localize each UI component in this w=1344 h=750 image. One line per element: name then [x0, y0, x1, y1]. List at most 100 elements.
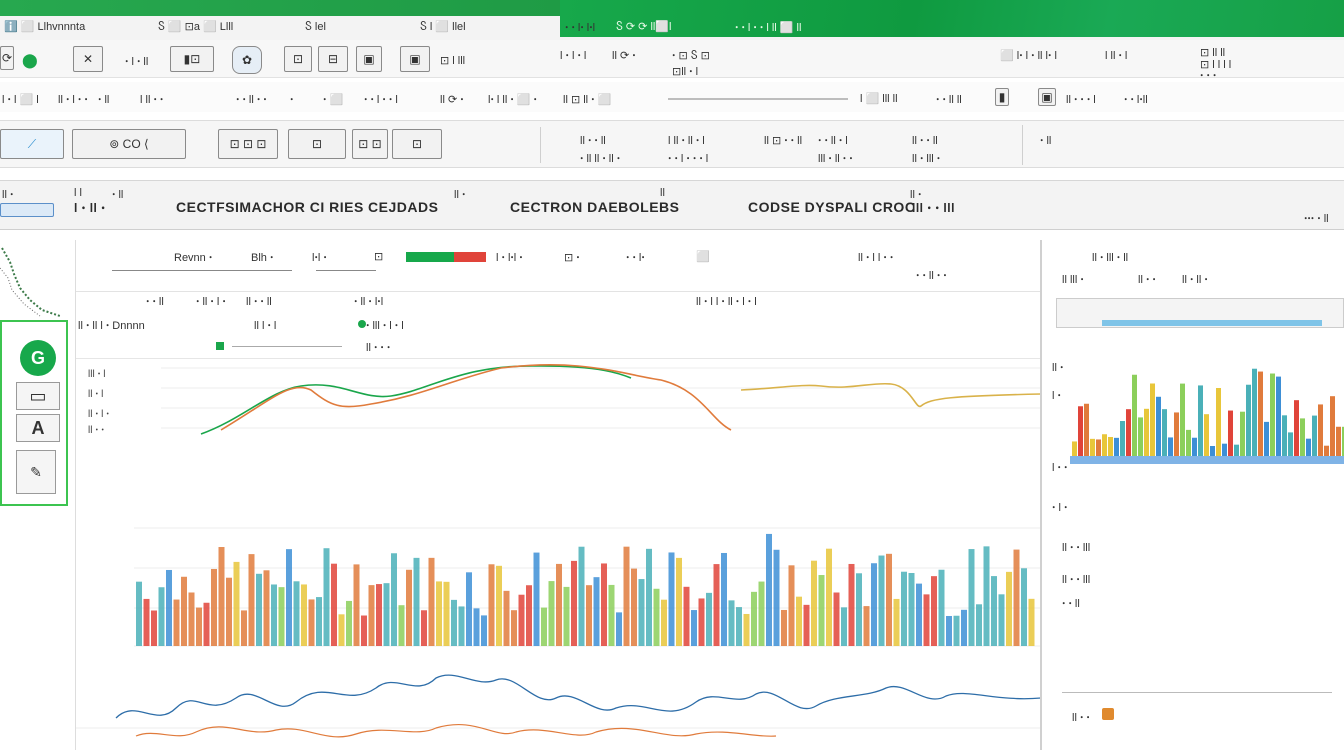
bar — [526, 585, 532, 646]
command-label[interactable]: lll ꞏ ꞏ lll — [912, 199, 955, 216]
row-label: lll ꞏ l — [88, 369, 106, 380]
bar — [346, 600, 352, 646]
grid-button[interactable]: ▣ — [400, 46, 430, 72]
text-tool-button[interactable]: ⊡ — [288, 129, 346, 159]
panel-item[interactable]: ll ꞏ lll ꞏ ll — [1092, 250, 1128, 265]
panel-icon[interactable]: ▣ — [1038, 88, 1056, 106]
bar — [796, 596, 802, 646]
mini-bar — [1210, 445, 1215, 456]
bar — [586, 585, 592, 646]
bar — [653, 588, 660, 646]
selection-box[interactable] — [0, 203, 54, 217]
panel-item[interactable]: ll lll ꞏ — [1062, 272, 1084, 287]
refresh-icon[interactable]: ⟳ — [0, 46, 14, 70]
edit-tool-icon[interactable]: ✎ — [16, 450, 56, 494]
mini-bar — [1336, 426, 1341, 456]
menu-item[interactable]: Ⴝ l ⬜ llel — [420, 20, 466, 33]
series-line-orange — [220, 363, 732, 431]
wave-chart — [76, 674, 1041, 738]
mini-bar — [1150, 383, 1155, 456]
view-button[interactable]: ▣ — [356, 46, 382, 72]
bar — [563, 586, 570, 646]
menu-item[interactable]: Ⴝ lel — [305, 20, 326, 33]
bar — [968, 549, 975, 646]
ribbon-label: ll ꞏ ꞏ ll — [580, 135, 606, 147]
mini-bar — [1132, 374, 1137, 456]
shape-tool-button[interactable]: ⊚ CO ⟨ — [72, 129, 186, 159]
bar — [338, 614, 345, 646]
color-strip[interactable] — [406, 252, 486, 262]
mini-bar — [1108, 436, 1113, 456]
menu-item[interactable]: Ⴝ ⬜ ⊡a ⬜ Llll — [158, 20, 233, 33]
toolbar-item[interactable]: lꞏl ꞏ — [312, 250, 327, 265]
chart-tool-button[interactable]: ⊡ — [392, 129, 442, 159]
panel-item[interactable]: ll ꞏ ll ꞏ — [1182, 272, 1208, 287]
toolbar-item[interactable]: l ꞏ lꞏl ꞏ — [496, 250, 523, 265]
bar — [893, 598, 900, 646]
toolbar-item[interactable]: ll ꞏ l l ꞏ ꞏ — [858, 250, 893, 265]
command-label[interactable]: l ꞏ ll ꞏ — [74, 199, 105, 216]
toolbar-item[interactable]: Blh ꞏ — [251, 250, 273, 265]
ribbon-label: ꞏ ll — [1040, 135, 1052, 147]
rectangle-tool-icon[interactable]: ▭ — [16, 382, 60, 410]
bar — [556, 563, 562, 646]
status-dot-icon[interactable]: ⬤ — [22, 52, 38, 69]
ribbon-label: ll ⊡ ꞏ ꞏ ll — [764, 135, 803, 147]
mini-bar — [1096, 439, 1101, 456]
pen-tool-icon[interactable]: ⟋ — [0, 129, 64, 159]
bar — [706, 592, 712, 646]
ribbon-row-tools: ⟋ ⊚ CO ⟨ ⊡ ⊡ ⊡ ⊡ ⊡ ⊡ ⊡ ll ꞏ ꞏ ll ꞏ ll ll… — [0, 120, 1344, 168]
bar — [353, 564, 360, 646]
text-tool-icon[interactable]: A — [16, 414, 60, 442]
image-tool-button[interactable]: ⊡ ⊡ — [352, 129, 388, 159]
app-menu[interactable]: ℹ️ ⬜ Llhvnnnta — [4, 20, 85, 33]
panel-item[interactable]: ll ꞏ ꞏ — [1138, 272, 1156, 287]
bar — [721, 552, 727, 646]
zoom-slider-track[interactable] — [668, 98, 848, 100]
color-swatch[interactable] — [1102, 708, 1114, 720]
close-icon[interactable]: ✕ — [73, 46, 103, 72]
mini-bar — [1228, 410, 1233, 456]
bar — [878, 555, 885, 646]
mini-bar — [1216, 388, 1221, 456]
bar — [713, 564, 720, 646]
toolbar-item[interactable]: ꞏ ꞏ ll ꞏ ꞏ — [916, 268, 947, 283]
mini-bar — [1252, 368, 1257, 456]
mini-bar — [1318, 404, 1323, 456]
command-label[interactable]: CECTRON DAEBOLEBS — [510, 199, 680, 215]
bar — [638, 579, 645, 646]
command-label[interactable]: CECTFSIMACHOR CI RIES — [176, 199, 364, 215]
bar — [601, 563, 607, 646]
bar — [616, 612, 622, 646]
logo-icon: G — [20, 340, 56, 376]
line-chart — [161, 363, 1041, 435]
bar — [908, 573, 915, 646]
bar — [781, 609, 787, 646]
workspace-toolbar: Revnn ꞏ Blh ꞏ lꞏl ꞏ ⊡ l ꞏ lꞏl ꞏ ⊡ ꞏ ꞏ ꞏ … — [76, 240, 1041, 292]
toolbar-item[interactable]: ꞏ ꞏ lꞏ — [626, 250, 645, 265]
command-label[interactable]: CODSE DYSPALI CROC — [748, 199, 915, 215]
toolbar-item[interactable]: Revnn ꞏ — [174, 250, 212, 265]
toolbar-item[interactable]: ⬜ — [696, 250, 710, 263]
format-button[interactable]: ▮⊡ — [170, 46, 214, 72]
panel-label: ꞏ l ꞏ — [1052, 502, 1068, 514]
bar — [226, 577, 232, 646]
mini-bar — [1174, 412, 1179, 456]
pin-icon[interactable]: ▮ — [995, 88, 1009, 106]
toolbar-item[interactable]: ⊡ ꞏ — [564, 250, 580, 265]
bar — [848, 563, 855, 646]
toolbar-item[interactable]: ⊡ — [374, 250, 383, 263]
document-subtitle: ꞏ ꞏ l ꞏ ꞏ l ll ⬜ ll — [735, 22, 802, 34]
insert-button[interactable]: ⊡ — [284, 46, 312, 72]
bar — [743, 613, 750, 646]
properties-panel: ll ꞏ lll ꞏ ll ll lll ꞏ ll ꞏ ꞏ ll ꞏ ll ꞏ … — [1040, 240, 1344, 750]
legend-item: ꞏ ll ꞏ lꞏl — [354, 296, 384, 308]
ribbon-label: l ll ꞏ l — [1105, 50, 1128, 62]
layout-button[interactable]: ⊟ — [318, 46, 348, 72]
ribbon-label: ꞏ — [290, 94, 294, 106]
settings-gear-icon[interactable]: ✿ — [232, 46, 262, 74]
menu-item[interactable]: ꞏ ꞏ lꞏ lꞏl — [565, 20, 595, 35]
table-tool-button[interactable]: ⊡ ⊡ ⊡ — [218, 129, 278, 159]
document-title: Ⴝ ⟳ ⟳ ll⬜l — [616, 21, 672, 33]
command-label[interactable]: CEJDADS — [368, 199, 438, 215]
